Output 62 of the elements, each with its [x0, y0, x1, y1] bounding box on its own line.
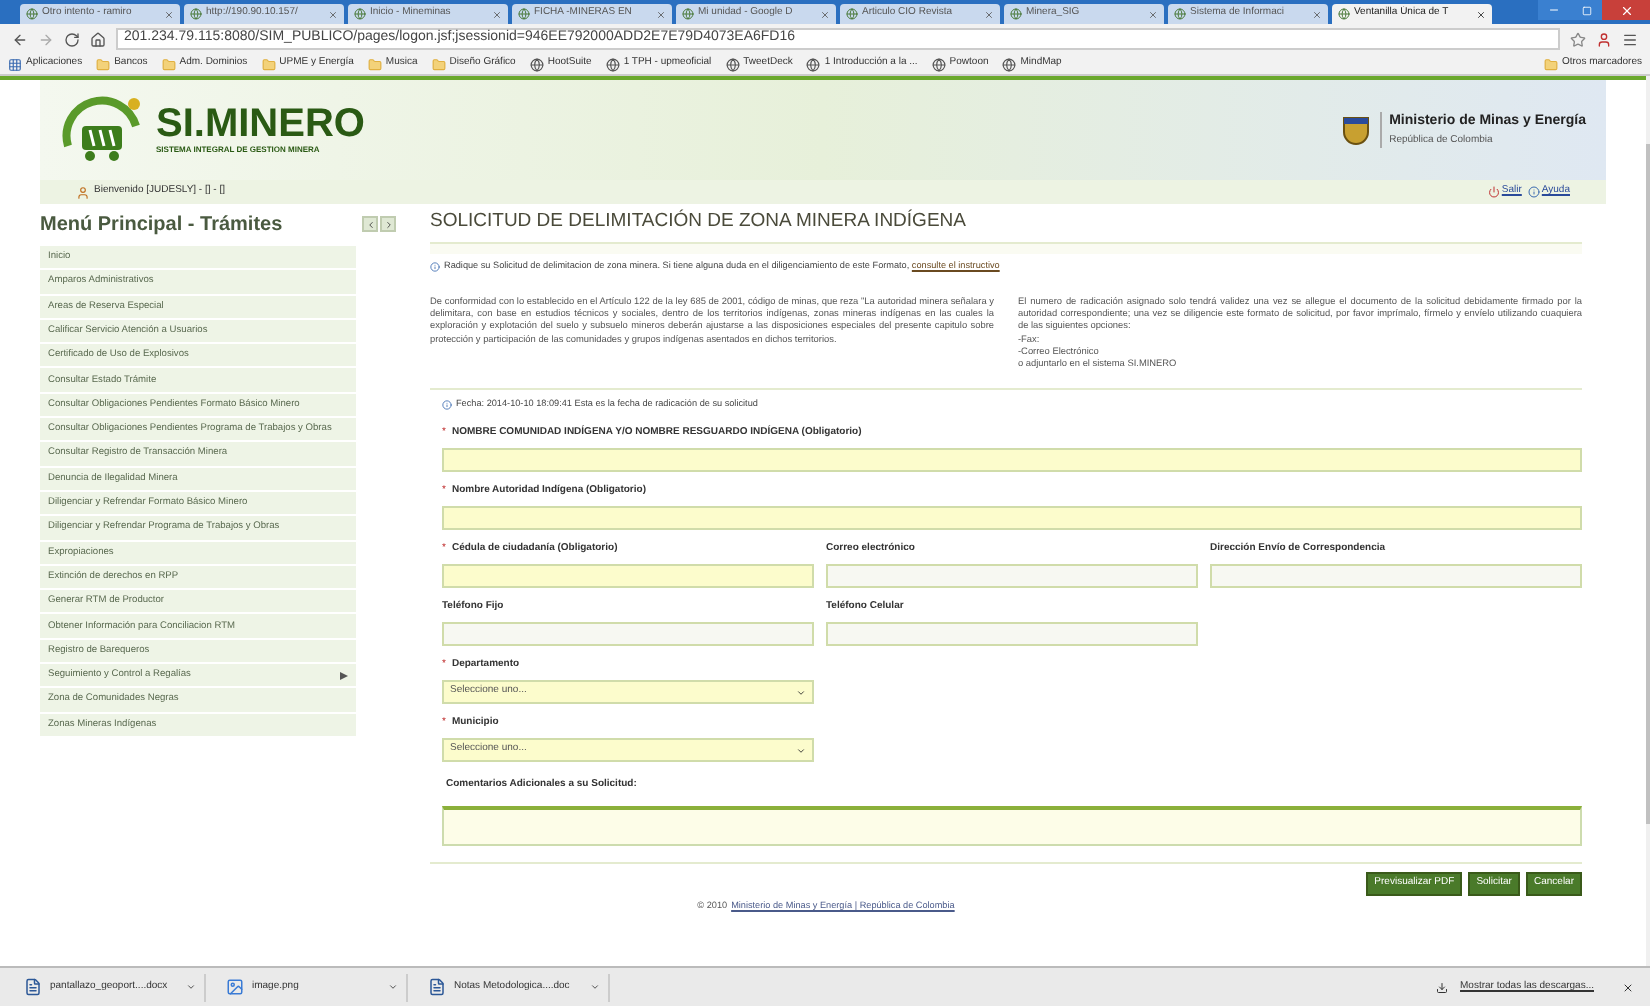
page-icon	[846, 8, 858, 20]
page-icon	[354, 8, 366, 20]
input-field[interactable]	[442, 448, 1582, 473]
input-field[interactable]	[1210, 564, 1582, 589]
page-icon	[1010, 8, 1022, 20]
folder-icon	[367, 57, 382, 71]
page-icon	[1174, 8, 1186, 20]
close-button[interactable]	[1602, 0, 1650, 20]
info-icon	[442, 399, 452, 410]
globe-icon	[605, 57, 620, 71]
input-field[interactable]	[442, 564, 814, 589]
folder-icon	[96, 57, 111, 71]
chevron-left-icon	[365, 219, 375, 229]
exit-icon	[1487, 186, 1500, 198]
home-icon[interactable]	[90, 31, 106, 47]
globe-icon	[931, 57, 946, 71]
folder-icon	[1543, 57, 1558, 71]
back-icon[interactable]	[12, 31, 28, 47]
folder-icon	[161, 57, 176, 71]
collapse-button[interactable]	[362, 216, 378, 232]
user-icon	[76, 185, 90, 199]
help-icon	[1527, 186, 1540, 198]
download-icon	[1436, 981, 1449, 993]
caret-icon[interactable]	[186, 982, 196, 992]
image-icon	[226, 978, 244, 996]
document-icon	[428, 978, 446, 996]
apps-icon	[8, 57, 22, 71]
input-field[interactable]	[826, 564, 1198, 589]
folder-icon	[261, 57, 276, 71]
logo-title: SI.MINERO	[156, 104, 365, 144]
caret-icon[interactable]	[590, 982, 600, 992]
input-field[interactable]	[442, 506, 1582, 531]
comments-textarea[interactable]	[442, 805, 1582, 846]
globe-icon	[725, 57, 740, 71]
bookmark-star-icon[interactable]	[1570, 31, 1586, 47]
minimize-button[interactable]	[1538, 0, 1570, 20]
reload-icon[interactable]	[64, 31, 80, 47]
page-icon	[518, 8, 530, 20]
input-field[interactable]	[826, 622, 1198, 647]
caret-icon[interactable]	[388, 982, 398, 992]
minimize-icon	[1548, 4, 1560, 16]
forward-icon[interactable]	[38, 31, 54, 47]
chevron-right-icon	[383, 219, 393, 229]
page-icon	[26, 8, 38, 20]
folder-icon	[431, 57, 446, 71]
sidebar-title: Menú Principal - Trámites	[40, 211, 283, 239]
page-icon	[1338, 8, 1350, 20]
menu-icon[interactable]	[1622, 31, 1638, 47]
profile-icon[interactable]	[1596, 31, 1612, 47]
close-icon[interactable]	[1622, 981, 1634, 993]
close-icon	[1619, 3, 1633, 17]
info-icon	[430, 261, 440, 271]
input-field[interactable]	[442, 622, 814, 647]
globe-icon	[529, 57, 544, 71]
globe-icon	[806, 57, 821, 71]
document-icon	[24, 978, 42, 996]
page-icon	[682, 8, 694, 20]
submenu-arrow-icon	[340, 671, 348, 680]
maximize-button[interactable]	[1570, 0, 1602, 20]
page-icon	[190, 8, 202, 20]
maximize-icon	[1581, 5, 1591, 15]
globe-icon	[1002, 57, 1017, 71]
